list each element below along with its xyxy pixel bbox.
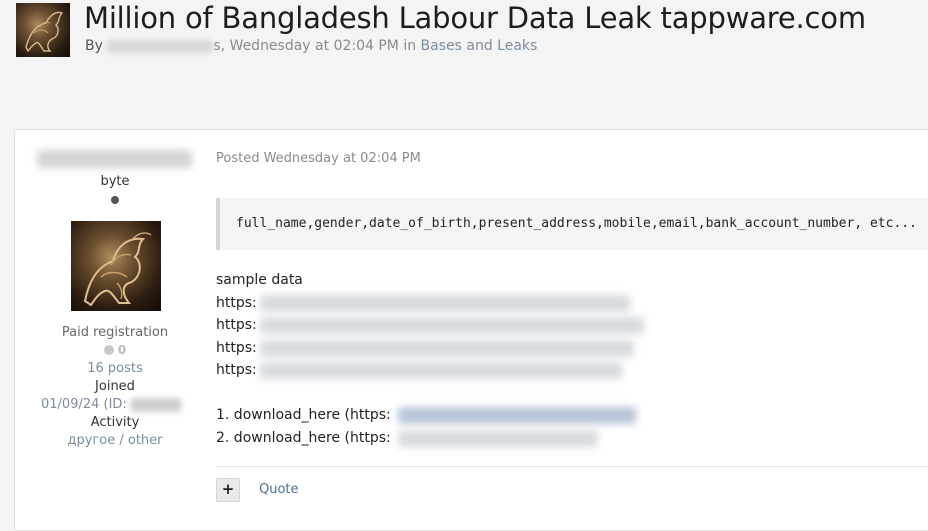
forum-link[interactable]: Bases and Leaks	[421, 38, 538, 54]
redacted-download-link[interactable]	[398, 429, 598, 447]
horse-image-icon	[25, 11, 64, 53]
activity-label: Activity	[90, 415, 140, 430]
link-prefix: https:	[216, 294, 257, 311]
download-link-2[interactable]: 2. download_here (https:	[216, 427, 598, 450]
redacted-download-link[interactable]	[398, 407, 636, 424]
author-post-count[interactable]: 16 posts	[15, 361, 215, 376]
sample-data-label: sample data	[216, 272, 303, 288]
post-footer-divider	[216, 466, 928, 467]
code-text: full_name,gender,date_of_birth,present_a…	[236, 216, 917, 231]
sample-link-3[interactable]: https:	[216, 337, 634, 360]
reputation-value: 0	[117, 343, 127, 357]
post-card: x byte Paid registration 0 16 posts Join…	[14, 129, 928, 531]
sample-link-4[interactable]: https:	[216, 359, 622, 382]
author-name-tail: s	[213, 38, 221, 54]
quote-button[interactable]: Quote	[259, 482, 299, 497]
reputation-badge: 0	[15, 343, 215, 357]
online-status-icon	[111, 196, 119, 204]
post-date: Posted Wednesday at 02:04 PM	[216, 151, 421, 166]
sample-link-1[interactable]: https:	[216, 292, 630, 315]
redacted-link[interactable]	[260, 339, 634, 357]
code-block: full_name,gender,date_of_birth,present_a…	[216, 198, 928, 250]
link-prefix: https:	[216, 317, 257, 333]
topic-header: Million of Bangladesh Labour Data Leak t…	[0, 0, 928, 120]
joined-label: Joined	[95, 379, 135, 394]
redacted-author-name	[107, 39, 214, 53]
download-link-1[interactable]: 1. download_here (https:	[216, 404, 636, 427]
reputation-dot-icon	[103, 345, 114, 355]
redacted-link[interactable]	[260, 362, 622, 379]
author-avatar[interactable]	[71, 221, 161, 311]
sample-link-2[interactable]: https:	[216, 314, 644, 337]
redacted-link[interactable]	[260, 317, 644, 334]
author-avatar-small[interactable]	[16, 3, 70, 57]
author-group: Paid registration	[61, 325, 169, 340]
by-label: By	[85, 38, 103, 54]
post-body: sample data https: https: https: https: …	[216, 269, 644, 450]
multiquote-plus-button[interactable]: +	[216, 478, 240, 502]
download-label-2: 2. download_here (https:	[216, 429, 391, 446]
redacted-link[interactable]	[260, 294, 630, 312]
link-prefix: https:	[216, 339, 257, 356]
author-rank: byte	[100, 174, 130, 189]
redacted-user-id	[130, 397, 181, 412]
activity-value: другое / other	[67, 433, 163, 448]
link-prefix: https:	[216, 362, 257, 378]
topic-byline: By s, Wednesday at 02:04 PM in Bases and…	[85, 38, 537, 54]
topic-meta: , Wednesday at 02:04 PM in	[220, 38, 417, 54]
post-content: Posted Wednesday at 02:04 PM full_name,g…	[215, 130, 928, 530]
horse-image-icon	[83, 232, 152, 307]
topic-title: Million of Bangladesh Labour Data Leak t…	[84, 1, 866, 35]
joined-value: 01/09/24 (ID:	[41, 397, 181, 412]
download-label-1: 1. download_here (https:	[216, 407, 391, 423]
joined-value-text: 01/09/24 (ID:	[41, 397, 131, 412]
redacted-author-name[interactable]: x	[37, 150, 192, 168]
